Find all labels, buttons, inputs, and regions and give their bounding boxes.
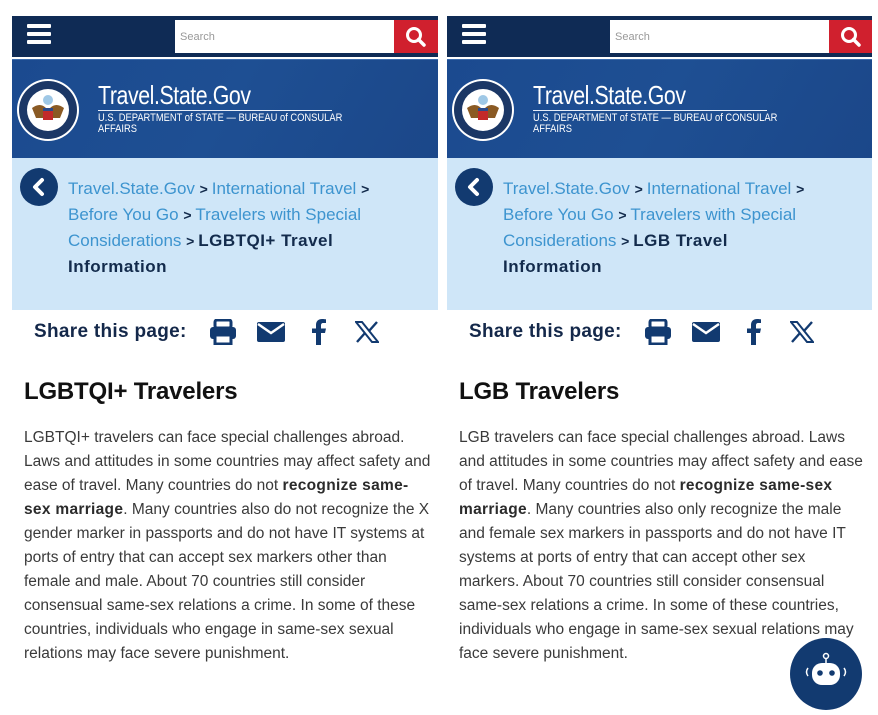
site-title[interactable]: Travel.State.Gov — [533, 80, 686, 111]
search-button[interactable] — [394, 20, 438, 53]
breadcrumb-separator: > — [618, 207, 631, 223]
back-button[interactable] — [20, 168, 58, 206]
page-heading: LGBTQI+ Travelers — [24, 378, 238, 405]
x-twitter-icon — [354, 321, 379, 343]
search-input[interactable] — [610, 20, 829, 53]
breadcrumb-link-international-travel[interactable]: International Travel — [212, 179, 357, 198]
search-button[interactable] — [829, 20, 872, 53]
print-icon — [644, 319, 671, 345]
print-button[interactable] — [644, 318, 672, 346]
x-twitter-button[interactable] — [353, 318, 381, 346]
department-of-state-seal-icon[interactable] — [16, 78, 80, 142]
email-button[interactable] — [256, 318, 285, 346]
email-icon — [256, 322, 285, 342]
breadcrumb-separator: > — [183, 207, 196, 223]
share-label: Share this page: — [469, 321, 622, 342]
breadcrumb-separator: > — [621, 233, 634, 249]
facebook-icon — [746, 319, 761, 345]
x-twitter-button[interactable] — [788, 318, 816, 346]
share-label: Share this page: — [34, 321, 187, 342]
search-bar — [175, 20, 438, 53]
search-icon — [406, 26, 426, 47]
breadcrumb-separator: > — [186, 233, 199, 249]
breadcrumb-trail: Travel.State.Gov > International Travel … — [503, 176, 813, 279]
chatbot-button[interactable] — [790, 638, 862, 710]
body-text-part: . Many countries also do not recognize t… — [24, 501, 430, 662]
site-subtitle: U.S. DEPARTMENT of STATE — BUREAU of CON… — [533, 112, 778, 135]
search-input[interactable] — [175, 20, 394, 53]
chevron-left-icon — [33, 178, 44, 196]
site-title[interactable]: Travel.State.Gov — [98, 80, 251, 111]
breadcrumb-separator: > — [796, 181, 805, 197]
top-nav — [12, 16, 438, 57]
breadcrumb-separator: > — [634, 181, 647, 197]
facebook-button[interactable] — [740, 318, 768, 346]
breadcrumb-separator: > — [361, 181, 370, 197]
breadcrumb: Travel.State.Gov > International Travel … — [12, 158, 438, 310]
page-heading: LGB Travelers — [459, 378, 620, 405]
print-button[interactable] — [209, 318, 237, 346]
panel-left: Travel.State.Gov U.S. DEPARTMENT of STAT… — [12, 16, 438, 686]
breadcrumb-link-before-you-go[interactable]: Before You Go — [68, 205, 179, 224]
title-divider — [98, 110, 332, 111]
chatbot-robot-icon — [805, 652, 847, 685]
x-twitter-icon — [789, 321, 814, 343]
top-nav — [447, 16, 872, 57]
print-icon — [209, 319, 236, 345]
panel-right: Travel.State.Gov U.S. DEPARTMENT of STAT… — [447, 16, 872, 686]
breadcrumb-separator: > — [199, 181, 212, 197]
site-banner: Travel.State.Gov U.S. DEPARTMENT of STAT… — [447, 59, 872, 158]
breadcrumb-link-before-you-go[interactable]: Before You Go — [503, 205, 614, 224]
back-button[interactable] — [455, 168, 493, 206]
body-paragraph: LGBTQI+ travelers can face special chall… — [24, 426, 434, 666]
email-icon — [691, 322, 720, 342]
share-bar: Share this page: — [34, 318, 401, 346]
body-paragraph: LGB travelers can face special challenge… — [459, 426, 869, 666]
breadcrumb-link-home[interactable]: Travel.State.Gov — [68, 179, 195, 198]
breadcrumb-link-international-travel[interactable]: International Travel — [647, 179, 792, 198]
department-of-state-seal-icon[interactable] — [451, 78, 515, 142]
breadcrumb-trail: Travel.State.Gov > International Travel … — [68, 176, 378, 279]
title-divider — [533, 110, 767, 111]
email-button[interactable] — [691, 318, 720, 346]
breadcrumb-link-home[interactable]: Travel.State.Gov — [503, 179, 630, 198]
site-banner: Travel.State.Gov U.S. DEPARTMENT of STAT… — [12, 59, 438, 158]
facebook-icon — [311, 319, 326, 345]
breadcrumb: Travel.State.Gov > International Travel … — [447, 158, 872, 310]
share-bar: Share this page: — [469, 318, 836, 346]
site-subtitle: U.S. DEPARTMENT of STATE — BUREAU of CON… — [98, 112, 343, 135]
menu-icon[interactable] — [27, 24, 51, 44]
search-bar — [610, 20, 872, 53]
chevron-left-icon — [468, 178, 479, 196]
menu-icon[interactable] — [462, 24, 486, 44]
search-icon — [841, 26, 861, 47]
facebook-button[interactable] — [305, 318, 333, 346]
